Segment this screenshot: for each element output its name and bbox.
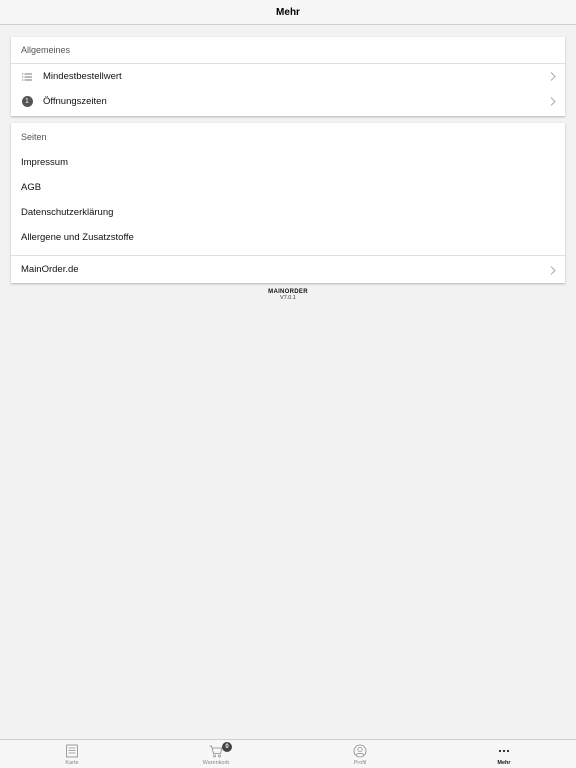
menu-card-icon bbox=[66, 744, 78, 758]
general-section-header: Allgemeines bbox=[11, 37, 565, 64]
tab-label: Profil bbox=[353, 760, 367, 766]
opening-hours-row[interactable]: 1 Öffnungszeiten bbox=[11, 89, 565, 114]
allergens-link[interactable]: Allergene und Zusatzstoffe bbox=[11, 225, 565, 250]
tab-bar: Karte 0 Warenkorb Profil Mehr bbox=[0, 739, 576, 768]
general-section: Allgemeines Mindestbestellwert 1 Öffnung… bbox=[11, 37, 565, 116]
minimum-order-label: Mindestbestellwert bbox=[43, 71, 122, 82]
mainorder-site-label: MainOrder.de bbox=[21, 264, 79, 275]
tab-label: Warenkorb bbox=[202, 760, 230, 766]
tab-warenkorb[interactable]: 0 Warenkorb bbox=[144, 740, 288, 768]
number-badge: 1 bbox=[21, 96, 33, 107]
brand-footer: MAINORDER V7.0.1 bbox=[0, 289, 576, 301]
list-icon bbox=[11, 73, 43, 81]
minimum-order-row[interactable]: Mindestbestellwert bbox=[11, 64, 565, 89]
chevron-right-icon bbox=[550, 97, 556, 106]
tab-mehr[interactable]: Mehr bbox=[432, 740, 576, 768]
chevron-right-icon bbox=[550, 266, 556, 275]
cart-icon bbox=[209, 745, 223, 758]
app-version: V7.0.1 bbox=[280, 295, 296, 301]
pages-section: Seiten Impressum AGB Datenschutzerklärun… bbox=[11, 123, 565, 283]
mainorder-site-link[interactable]: MainOrder.de bbox=[11, 255, 565, 283]
cart-count-badge: 0 bbox=[222, 742, 232, 752]
pages-section-header: Seiten bbox=[21, 131, 47, 142]
chevron-right-icon bbox=[550, 72, 556, 81]
opening-hours-label: Öffnungszeiten bbox=[43, 96, 107, 107]
profile-icon bbox=[353, 744, 367, 758]
tab-label: Karte bbox=[65, 760, 79, 766]
imprint-link[interactable]: Impressum bbox=[11, 150, 565, 175]
more-icon bbox=[498, 749, 510, 753]
navigation-bar: Mehr bbox=[0, 0, 576, 25]
tab-karte[interactable]: Karte bbox=[0, 740, 144, 768]
page-title: Mehr bbox=[276, 6, 300, 18]
tab-profil[interactable]: Profil bbox=[288, 740, 432, 768]
privacy-policy-link[interactable]: Datenschutzerklärung bbox=[11, 200, 565, 225]
tab-label: Mehr bbox=[497, 760, 511, 766]
terms-link[interactable]: AGB bbox=[11, 175, 565, 200]
